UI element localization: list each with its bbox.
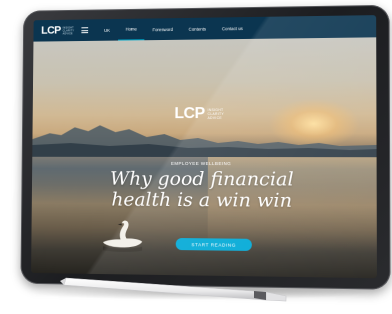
hero-logo-mark: LCP (174, 105, 205, 123)
nav-item-contact-us[interactable]: Contact us (214, 17, 251, 39)
hero-logo: LCP INSIGHT CLARITY ADVICE (174, 105, 224, 123)
navbar-logo[interactable]: LCP INSIGHT CLARITY ADVICE (41, 20, 74, 42)
tablet-screen: LCP INSIGHT CLARITY ADVICE UK Home Fores… (31, 15, 377, 279)
logo-tagline-line: ADVICE (62, 31, 73, 35)
nav-item-uk[interactable]: UK (96, 19, 118, 41)
logo-mark: LCP (41, 24, 61, 37)
nav-item-foresword[interactable]: Foresword (145, 18, 181, 40)
hero-eyebrow: EMPLOYEE WELLBEING (170, 160, 232, 167)
tablet-device: LCP INSIGHT CLARITY ADVICE UK Home Fores… (20, 4, 391, 290)
swan-image (102, 220, 143, 253)
hero-logo-tagline: INSIGHT CLARITY ADVICE (208, 108, 224, 120)
top-navbar: LCP INSIGHT CLARITY ADVICE UK Home Fores… (33, 15, 377, 42)
stylus-pencil (60, 277, 287, 302)
hamburger-menu-icon[interactable] (81, 27, 89, 34)
nav-item-contents[interactable]: Contents (181, 18, 214, 40)
product-mockup: LCP INSIGHT CLARITY ADVICE UK Home Fores… (0, 0, 392, 314)
start-reading-button[interactable]: START READING (175, 237, 252, 251)
nav-menu: UK Home Foresword Contents Contact us (96, 17, 251, 41)
hero-headline: Why good financial health is a win win (32, 167, 377, 213)
logo-tagline: INSIGHT CLARITY ADVICE (63, 26, 75, 35)
hero-headline-line: health is a win win (111, 188, 293, 212)
hero-headline-line: Why good financial (109, 167, 294, 191)
hero-banner: LCP INSIGHT CLARITY ADVICE START READING (31, 37, 377, 279)
nav-item-home[interactable]: Home (117, 18, 145, 41)
hero-logo-tagline-line: ADVICE (207, 115, 222, 121)
